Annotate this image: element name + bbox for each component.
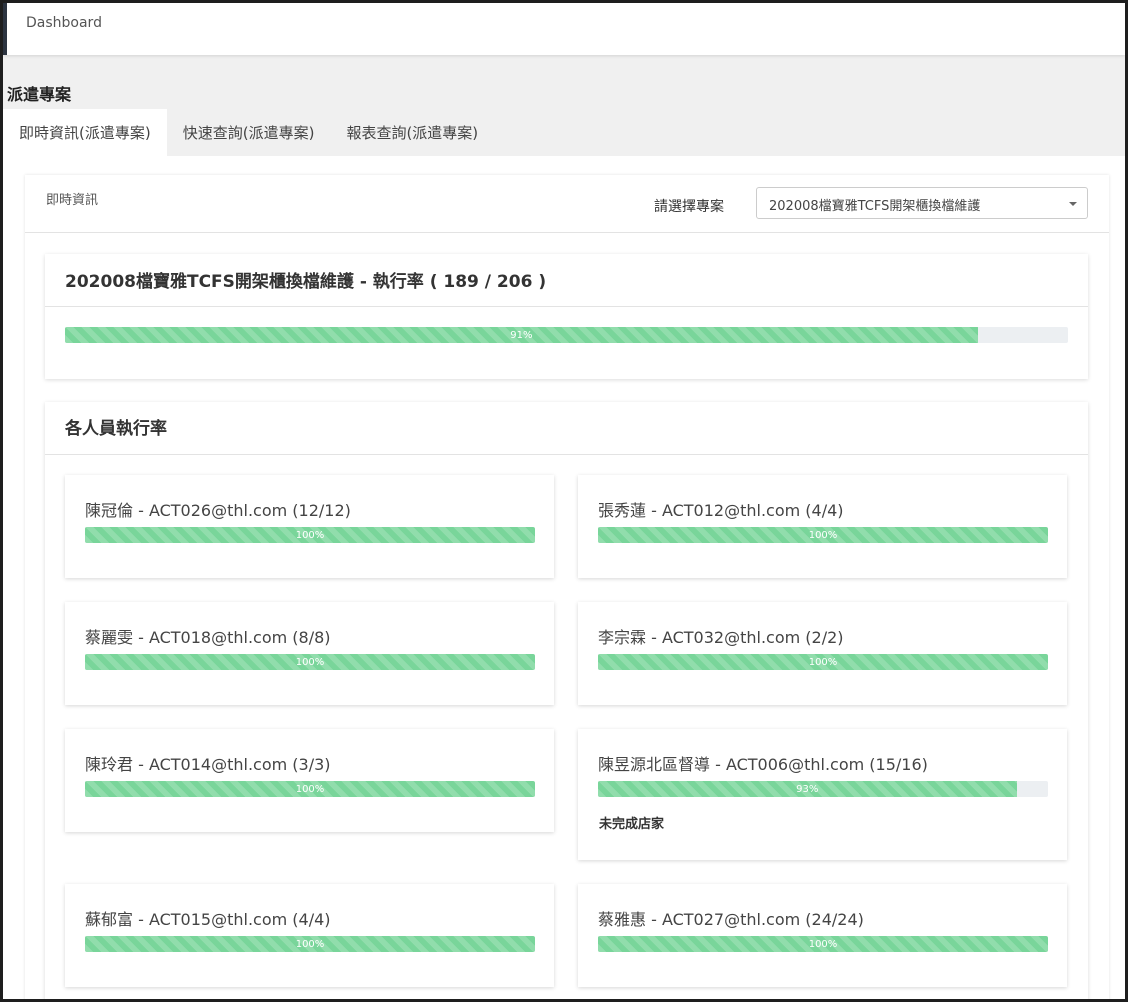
card-title: 即時資訊 [46, 193, 99, 208]
staff-progress-bar: 93% [598, 781, 1048, 797]
staff-card: 陳冠倫 - ACT026@thl.com (12/12) 100% [65, 475, 554, 578]
overall-progress-bar: 91% [65, 327, 1068, 343]
overall-progress-label: 91% [510, 329, 533, 341]
staff-name: 蘇郁富 - ACT015@thl.com (4/4) [85, 910, 331, 929]
staff-name: 陳冠倫 - ACT026@thl.com (12/12) [85, 501, 351, 520]
tab-report-query[interactable]: 報表查詢(派遣專案) [330, 109, 494, 156]
staff-progress-label: 100% [808, 656, 838, 668]
staff-progress-bar: 100% [85, 936, 535, 952]
staff-name: 李宗霖 - ACT032@thl.com (2/2) [598, 628, 844, 647]
staff-rate-panel: 各人員執行率 陳冠倫 - ACT026@thl.com (12/12) 100%… [45, 402, 1088, 999]
staff-card: 蔡麗雯 - ACT018@thl.com (8/8) 100% [65, 602, 554, 705]
staff-progress-bar: 100% [598, 527, 1048, 543]
staff-progress-bar: 100% [85, 527, 535, 543]
card-header: 即時資訊 請選擇專案 202008檔寶雅TCFS開架櫃換檔維護 [25, 175, 1109, 233]
staff-progress-bar: 100% [598, 654, 1048, 670]
project-select-label: 請選擇專案 [654, 199, 724, 215]
staff-progress-label: 100% [295, 938, 325, 950]
staff-card: 蘇郁富 - ACT015@thl.com (4/4) 100% [65, 884, 554, 987]
staff-name: 蔡麗雯 - ACT018@thl.com (8/8) [85, 628, 331, 647]
staff-name: 蔡雅惠 - ACT027@thl.com (24/24) [598, 910, 864, 929]
staff-progress-label: 100% [295, 529, 325, 541]
staff-rate-title: 各人員執行率 [65, 419, 167, 439]
tab-quick-query[interactable]: 快速查詢(派遣專案) [167, 109, 331, 156]
staff-name: 陳昱源北區督導 - ACT006@thl.com (15/16) [598, 755, 928, 774]
caret-down-icon [1069, 202, 1077, 206]
staff-progress-label: 100% [808, 529, 838, 541]
staff-progress-bar: 100% [85, 654, 535, 670]
staff-name: 張秀蓮 - ACT012@thl.com (4/4) [598, 501, 844, 520]
breadcrumb-dashboard[interactable]: Dashboard [26, 15, 102, 31]
staff-card: 張秀蓮 - ACT012@thl.com (4/4) 100% [578, 475, 1067, 578]
staff-progress-label: 100% [295, 656, 325, 668]
realtime-info-card: 即時資訊 請選擇專案 202008檔寶雅TCFS開架櫃換檔維護 202008檔寶… [25, 175, 1109, 999]
unfinished-stores-link[interactable]: 未完成店家 [599, 813, 664, 832]
project-select[interactable]: 202008檔寶雅TCFS開架櫃換檔維護 [756, 187, 1088, 219]
project-select-value: 202008檔寶雅TCFS開架櫃換檔維護 [769, 199, 981, 214]
staff-progress-bar: 100% [598, 936, 1048, 952]
staff-progress-bar: 100% [85, 781, 535, 797]
summary-title: 202008檔寶雅TCFS開架櫃換檔維護 - 執行率 ( 189 / 206 ) [65, 272, 547, 292]
tab-realtime-info[interactable]: 即時資訊(派遣專案) [3, 109, 167, 156]
staff-card: 陳玲君 - ACT014@thl.com (3/3) 100% [65, 729, 554, 832]
tab-bar: 即時資訊(派遣專案) 快速查詢(派遣專案) 報表查詢(派遣專案) [3, 109, 494, 156]
top-bar: Dashboard [3, 3, 1125, 55]
staff-card: 陳昱源北區督導 - ACT006@thl.com (15/16) 93% 未完成… [578, 729, 1067, 860]
staff-name: 陳玲君 - ACT014@thl.com (3/3) [85, 755, 331, 774]
page-title: 派遣專案 [7, 85, 72, 104]
summary-header: 202008檔寶雅TCFS開架櫃換檔維護 - 執行率 ( 189 / 206 ) [45, 254, 1088, 307]
staff-progress-label: 93% [796, 783, 819, 795]
staff-card: 李宗霖 - ACT032@thl.com (2/2) 100% [578, 602, 1067, 705]
staff-card: 蔡雅惠 - ACT027@thl.com (24/24) 100% [578, 884, 1067, 987]
staff-rate-header: 各人員執行率 [45, 402, 1088, 455]
staff-progress-label: 100% [295, 783, 325, 795]
app-frame: Dashboard 派遣專案 即時資訊(派遣專案) 快速查詢(派遣專案) 報表查… [3, 3, 1125, 999]
project-summary-panel: 202008檔寶雅TCFS開架櫃換檔維護 - 執行率 ( 189 / 206 )… [45, 254, 1088, 379]
staff-progress-label: 100% [808, 938, 838, 950]
